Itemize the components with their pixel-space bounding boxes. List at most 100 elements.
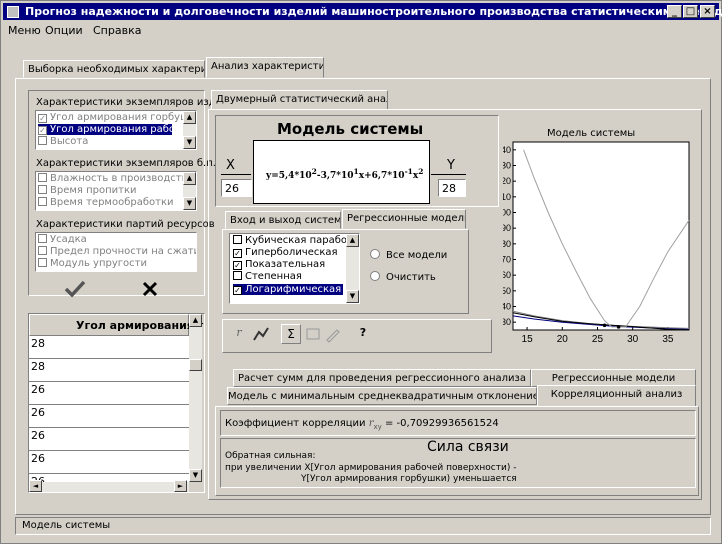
scrollbar[interactable]: ▲ ▼ bbox=[183, 172, 196, 210]
resource-characteristics-list[interactable]: Усадка Предел прочности на сжатие Модуль… bbox=[35, 232, 197, 272]
radio-icon[interactable] bbox=[370, 249, 380, 259]
y-tick-label: 100 bbox=[503, 208, 511, 218]
radio-icon[interactable] bbox=[370, 271, 380, 281]
list-item[interactable]: Высота bbox=[38, 136, 88, 147]
scrollbar[interactable]: ▲ ▼ bbox=[183, 111, 196, 149]
scroll-down-icon[interactable]: ▼ bbox=[183, 136, 196, 149]
list-item[interactable]: Модуль упругости bbox=[38, 258, 147, 269]
model-item[interactable]: Кубическая парабола bbox=[233, 235, 359, 246]
tab-input-output[interactable]: Вход и выход системы bbox=[225, 211, 341, 229]
tab-min-deviation[interactable]: Модель с минимальным среднеквадратичным … bbox=[227, 387, 537, 405]
checkbox[interactable] bbox=[38, 234, 47, 243]
menu-item-help[interactable]: Справка bbox=[93, 24, 141, 37]
data-grid[interactable]: Угол армирования г 28 28 26 26 26 26 26 … bbox=[28, 313, 205, 493]
checkmark-icon[interactable] bbox=[63, 279, 87, 299]
checkbox[interactable] bbox=[38, 136, 47, 145]
list-item[interactable]: Усадка bbox=[38, 234, 87, 245]
tab-correlation-analysis[interactable]: Корреляционный анализ bbox=[537, 385, 696, 407]
checkbox[interactable] bbox=[38, 258, 47, 267]
model-checkbox[interactable]: ✓ bbox=[233, 286, 242, 295]
model-item[interactable]: ✓ Показательная bbox=[233, 259, 325, 270]
scroll-up-icon[interactable]: ▲ bbox=[346, 234, 359, 247]
tab-regression-models[interactable]: Регрессионные модели bbox=[342, 209, 466, 229]
plot-area bbox=[512, 141, 690, 331]
radio-clear[interactable]: Очистить bbox=[370, 271, 436, 283]
workpiece-characteristics-list[interactable]: Влажность в производстве Время пропитки … bbox=[35, 171, 197, 211]
scroll-down-icon[interactable]: ▼ bbox=[346, 290, 359, 303]
y-input[interactable]: 28 bbox=[438, 179, 466, 197]
grid-vscrollbar[interactable]: ▲ ▼ bbox=[189, 314, 202, 482]
checkbox[interactable] bbox=[38, 173, 47, 182]
radio-all-models[interactable]: Все модели bbox=[370, 249, 447, 261]
checkbox[interactable] bbox=[38, 246, 47, 255]
tab-select-characteristics[interactable]: Выборка необходимых характеристик bbox=[23, 60, 205, 78]
checkbox[interactable]: ✓ bbox=[38, 114, 47, 123]
checkbox[interactable] bbox=[38, 185, 47, 194]
minimize-button[interactable]: _ bbox=[667, 5, 682, 18]
y-tick-label: 120 bbox=[503, 176, 511, 186]
list-item[interactable]: Предел прочности на сжатие bbox=[38, 246, 196, 257]
table-row[interactable]: 26 bbox=[29, 474, 189, 482]
strength-line2: при увеличении X[Угол армирования рабоче… bbox=[225, 463, 517, 473]
model-item[interactable]: ✓ Гиперболическая bbox=[233, 247, 338, 258]
table-row[interactable]: 26 bbox=[29, 382, 189, 405]
scroll-thumb[interactable] bbox=[189, 359, 202, 371]
tab-two-dim-analysis[interactable]: Двумерный статистический анализ bbox=[211, 90, 388, 110]
scroll-right-icon[interactable]: ► bbox=[174, 480, 187, 492]
grid-hscrollbar[interactable]: ◄ ► bbox=[29, 480, 189, 492]
edit-icon[interactable] bbox=[323, 324, 343, 344]
product-characteristics-list[interactable]: ✓ Угол армирования горбушк ✓ Угол армирова… bbox=[35, 110, 197, 150]
list-item[interactable]: Время пропитки bbox=[38, 185, 137, 196]
strength-line3: Y[Угол армирования горбушки) уменьшается bbox=[301, 474, 517, 484]
scroll-up-icon[interactable]: ▲ bbox=[183, 172, 196, 185]
model-item[interactable]: Степенная bbox=[233, 271, 302, 282]
model-item-selected[interactable]: ✓ Логарифмическая bbox=[233, 284, 343, 295]
tab-regression-sums[interactable]: Расчет сумм для проведения регрессионног… bbox=[233, 369, 531, 387]
list-item-selected[interactable]: ✓ Угол армирования рабочей bbox=[38, 124, 194, 135]
grid-header[interactable]: Угол армирования г bbox=[29, 314, 203, 336]
correlation-icon[interactable]: r bbox=[229, 324, 249, 344]
list-item[interactable]: ✓ Угол армирования горбушк bbox=[38, 112, 195, 123]
list-item[interactable]: Влажность в производстве bbox=[38, 173, 194, 184]
maximize-button[interactable]: □ bbox=[683, 5, 698, 18]
sum-icon[interactable]: Σ bbox=[281, 324, 301, 344]
model-checkbox[interactable]: ✓ bbox=[233, 249, 242, 258]
help-icon[interactable]: ? bbox=[353, 324, 373, 344]
regression-formula: y=5,4*102-3,7*101x+6,7*10-1x2 bbox=[266, 167, 424, 181]
data-point bbox=[602, 323, 607, 328]
scroll-down-icon[interactable]: ▼ bbox=[189, 469, 202, 482]
table-row[interactable]: 26 bbox=[29, 428, 189, 451]
table-icon[interactable] bbox=[303, 324, 323, 344]
close-button[interactable]: × bbox=[700, 5, 715, 18]
checkbox[interactable]: ✓ bbox=[38, 126, 47, 135]
app-icon bbox=[7, 6, 19, 18]
strength-title: Сила связи bbox=[427, 439, 509, 455]
menu-item-options[interactable]: Опции bbox=[45, 24, 83, 37]
model-checkbox[interactable] bbox=[233, 271, 242, 280]
title-bar: Прогноз надежности и долговечности издел… bbox=[3, 3, 722, 20]
tab-analysis[interactable]: Анализ характеристик bbox=[206, 57, 324, 78]
graph-icon[interactable] bbox=[251, 324, 271, 344]
scrollbar[interactable]: ▲ ▼ bbox=[346, 234, 359, 303]
model-checkbox[interactable]: ✓ bbox=[233, 261, 242, 270]
group1-title: Характеристики экземпляров изд. bbox=[36, 97, 219, 108]
scroll-down-icon[interactable]: ▼ bbox=[183, 197, 196, 210]
list-item[interactable]: Время термообработки bbox=[38, 197, 174, 208]
checkbox[interactable] bbox=[38, 197, 47, 206]
y-tick-label: 50 bbox=[503, 286, 511, 296]
table-row[interactable]: 26 bbox=[29, 451, 189, 474]
table-row[interactable]: 26 bbox=[29, 405, 189, 428]
main-window: Прогноз надежности и долговечности издел… bbox=[0, 0, 722, 544]
scroll-up-icon[interactable]: ▲ bbox=[183, 111, 196, 124]
scroll-up-icon[interactable]: ▲ bbox=[189, 314, 202, 327]
x-input[interactable]: 26 bbox=[221, 179, 252, 197]
cross-icon[interactable] bbox=[141, 280, 159, 298]
scroll-left-icon[interactable]: ◄ bbox=[29, 480, 42, 492]
models-list[interactable]: Кубическая парабола ✓ Гиперболическая ✓ По… bbox=[229, 233, 360, 304]
model-checkbox[interactable] bbox=[233, 235, 242, 244]
table-row[interactable]: 28 bbox=[29, 359, 189, 382]
grid-body: 28 28 26 26 26 26 26 bbox=[29, 336, 189, 482]
toolbar: r Σ ? bbox=[222, 319, 492, 353]
table-row[interactable]: 28 bbox=[29, 336, 189, 359]
menu-item-main[interactable]: Меню bbox=[8, 24, 41, 37]
